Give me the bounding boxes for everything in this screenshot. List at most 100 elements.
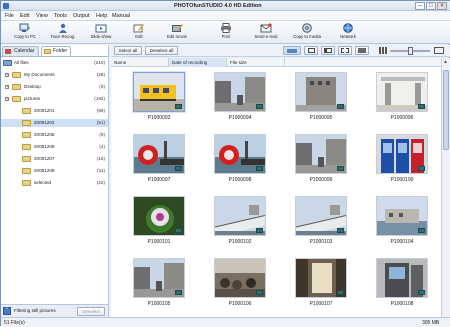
scrollbar-thumb[interactable] <box>443 70 449 150</box>
view-thumbnails-button[interactable] <box>283 46 301 55</box>
photo-thumbnail[interactable]: P1000094 <box>207 69 273 130</box>
print-button[interactable]: Print <box>206 22 246 43</box>
tree-item-count: (4) <box>99 144 105 149</box>
select-all-button[interactable]: Select all <box>114 46 142 55</box>
tree-item[interactable]: + Desktop (0) <box>1 83 108 91</box>
menu-manual[interactable]: Manual <box>112 13 130 19</box>
maximize-button[interactable]: □ <box>426 2 436 10</box>
photo-image <box>376 134 428 174</box>
menu-view[interactable]: View <box>36 13 48 19</box>
photo-thumbnail[interactable]: P1000108 <box>369 255 435 316</box>
photo-filename: P1000102 <box>228 239 252 245</box>
tree-item[interactable]: 20091207 (16) <box>1 155 108 163</box>
photo-thumbnail[interactable]: P1000093 <box>126 69 192 130</box>
slide-show-button[interactable]: Slide show <box>81 22 121 43</box>
filter-deselect-button[interactable]: Deselect <box>77 307 105 316</box>
expand-icon[interactable]: + <box>5 85 9 89</box>
menu-file[interactable]: File <box>5 13 14 19</box>
photo-image <box>376 196 428 236</box>
photo-thumbnail[interactable]: P1000103 <box>288 193 354 254</box>
expand-icon[interactable]: + <box>5 97 9 101</box>
photo-thumbnail[interactable]: P1000098 <box>207 131 273 192</box>
folder-icon <box>12 84 21 90</box>
photo-image <box>295 134 347 174</box>
face-recognition-button[interactable]: Face Recog. <box>43 22 83 43</box>
minimize-button[interactable]: – <box>415 2 425 10</box>
vertical-scrollbar[interactable]: ▲ <box>441 58 450 317</box>
menu-help[interactable]: Help <box>96 13 107 19</box>
tree-item-count: (69) <box>96 108 105 113</box>
photo-thumbnail[interactable]: P1000099 <box>288 131 354 192</box>
media-badge-icon <box>337 228 344 233</box>
title-bar: PHOTOfunSTUDIO 4.0 HD Edition – □ × <box>1 1 450 11</box>
scroll-up-icon[interactable]: ▲ <box>443 59 448 65</box>
large-thumb-icon[interactable] <box>434 47 444 54</box>
tree-item-label: 20091208 <box>34 168 55 173</box>
folder-icon <box>22 132 31 138</box>
photo-filename: P1000104 <box>390 239 414 245</box>
media-badge-icon <box>418 166 425 171</box>
single-view-icon <box>307 48 315 53</box>
photo-filename: P1000106 <box>228 301 252 307</box>
close-button[interactable]: × <box>437 2 447 10</box>
photo-thumbnail[interactable]: P1000105 <box>126 255 192 316</box>
filter-toggle-icon[interactable]: ⌃ <box>3 307 11 315</box>
tree-item[interactable]: selected (22) <box>1 179 108 187</box>
multi-view-button[interactable] <box>338 46 352 55</box>
photo-image <box>214 72 266 112</box>
column-file-size[interactable]: File size <box>227 58 285 67</box>
tab-calendar[interactable]: Calendar <box>2 46 39 56</box>
photo-thumbnail[interactable]: P1000097 <box>126 131 192 192</box>
email-icon <box>260 23 272 33</box>
edit-movie-button[interactable]: Edit movie <box>157 22 197 43</box>
tree-item[interactable]: 20091206 (4) <box>1 143 108 151</box>
tree-item[interactable]: 20091202 (51) <box>1 119 108 127</box>
tree-item[interactable]: 20091201 (69) <box>1 107 108 115</box>
copy-to-media-button[interactable]: Copy to media <box>287 22 327 43</box>
photo-thumbnail[interactable]: P1000101 <box>126 193 192 254</box>
column-name[interactable]: Name <box>111 58 169 67</box>
network-button[interactable]: Network <box>328 22 368 43</box>
slide-show-icon <box>95 24 107 33</box>
photo-filename: P1000108 <box>390 301 414 307</box>
zoom-slider-handle[interactable] <box>408 47 413 55</box>
tree-item[interactable]: All files (210) <box>1 59 108 67</box>
app-icon <box>3 3 9 9</box>
tree-item[interactable]: 20091205 (9) <box>1 131 108 139</box>
media-badge-icon <box>175 290 182 295</box>
compare-view-button[interactable] <box>321 46 335 55</box>
photo-thumbnail[interactable]: P1000106 <box>207 255 273 316</box>
deselect-all-button[interactable]: Deselect all <box>145 46 178 55</box>
filter-label: Filtering still pictures <box>14 308 56 313</box>
view-single-button[interactable] <box>304 46 318 55</box>
edit-button[interactable]: Edit <box>119 22 159 43</box>
media-badge-icon <box>337 290 344 295</box>
photo-thumbnail[interactable]: P1000096 <box>369 69 435 130</box>
tree-item[interactable]: + pictures (182) <box>1 95 108 103</box>
toolbar: Copy to PC Face Recog. Slide show Edit E… <box>1 21 450 44</box>
media-badge-icon <box>175 228 182 233</box>
photo-thumbnail[interactable]: P1000100 <box>369 131 435 192</box>
menu-tools[interactable]: Tools <box>54 13 67 19</box>
tree-item[interactable]: + My Documents (28) <box>1 71 108 79</box>
tree-item-label: selected <box>34 180 52 185</box>
photo-image <box>133 196 185 236</box>
media-badge-icon <box>256 290 263 295</box>
photo-thumbnail[interactable]: P1000102 <box>207 193 273 254</box>
slideshow-view-button[interactable] <box>355 46 369 55</box>
expand-icon[interactable]: + <box>5 73 9 77</box>
media-badge-icon <box>175 104 182 109</box>
tree-item-label: 20091205 <box>34 132 55 137</box>
tree-item[interactable]: 20091208 (11) <box>1 167 108 175</box>
photo-image <box>376 72 428 112</box>
photo-thumbnail[interactable]: P1000107 <box>288 255 354 316</box>
column-date-of-recording[interactable]: Date of recording <box>169 58 227 67</box>
send-email-button[interactable]: Send e-mail <box>246 22 286 43</box>
photo-thumbnail[interactable]: P1000095 <box>288 69 354 130</box>
menu-output[interactable]: Output <box>73 13 90 19</box>
copy-to-pc-button[interactable]: Copy to PC <box>5 22 45 43</box>
menu-edit[interactable]: Edit <box>20 13 29 19</box>
tab-folder[interactable]: Folder <box>41 46 71 56</box>
photo-thumbnail[interactable]: P1000104 <box>369 193 435 254</box>
media-badge-icon <box>337 104 344 109</box>
